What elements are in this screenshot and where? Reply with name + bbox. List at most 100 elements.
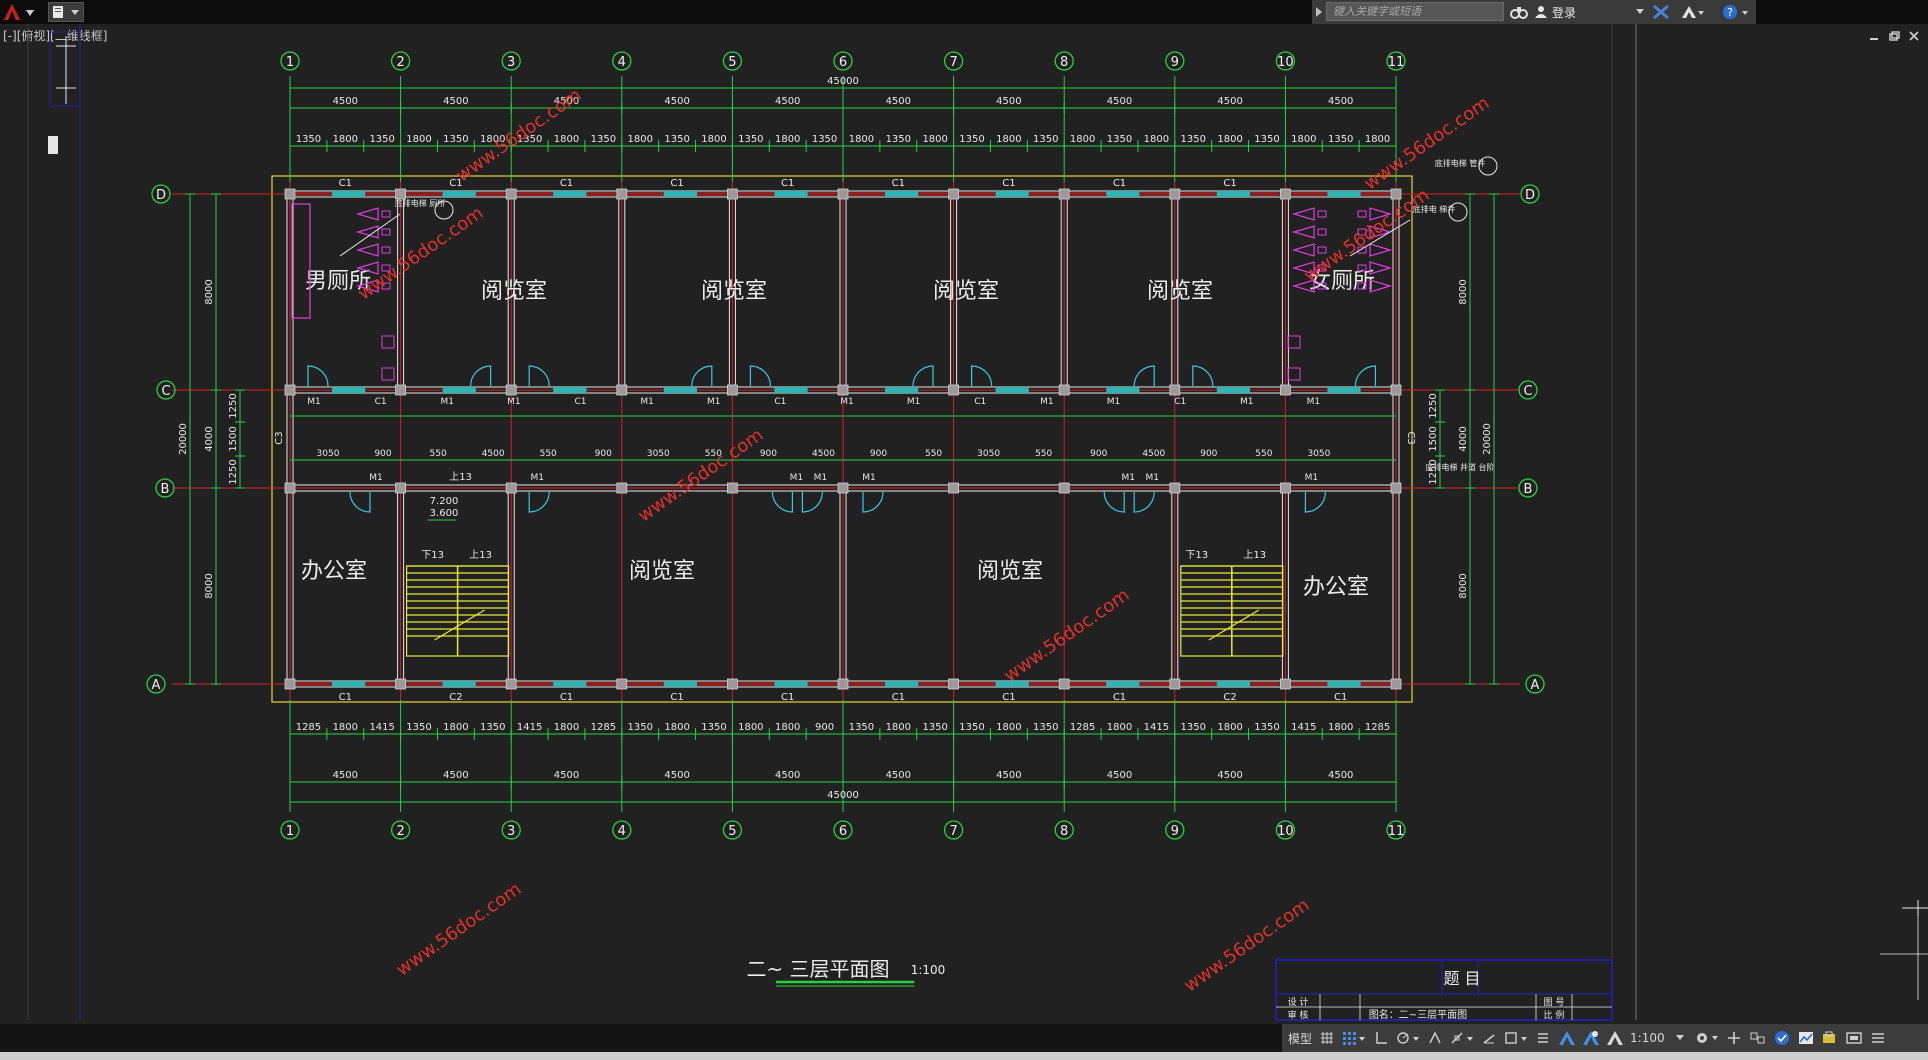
scale-dropdown-icon[interactable] (1671, 1027, 1689, 1049)
corridor-dim-right-label: 1500 (1428, 426, 1439, 451)
toilet-fixture (1291, 207, 1315, 221)
axis-bubble-label: 8 (1060, 824, 1068, 839)
lineweight-icon[interactable] (1504, 1027, 1528, 1049)
column (1058, 188, 1070, 200)
column (837, 482, 849, 494)
detail-dim-top-label: 1350 (1181, 134, 1206, 145)
snap-icon[interactable] (1342, 1027, 1366, 1049)
title-block-label: 比 例 (1544, 1009, 1565, 1021)
axis-bubble-label: 3 (507, 824, 515, 839)
window (663, 387, 698, 393)
toilet-fixture (381, 228, 391, 236)
bay-dim-top-label: 4500 (1107, 96, 1132, 107)
graphics-performance-icon[interactable] (1797, 1027, 1815, 1049)
detail-dim-bottom-label: 1800 (664, 722, 689, 733)
door-label: M1 (790, 473, 804, 483)
bay-dim-bottom-label: 4500 (554, 770, 579, 781)
login-button[interactable]: 登录 (1534, 3, 1576, 21)
detail-dim-top-label: 1350 (886, 134, 911, 145)
axis-bubble-label: D (156, 188, 166, 203)
window (774, 191, 808, 197)
ortho-icon[interactable] (1372, 1027, 1390, 1049)
polar-icon[interactable] (1396, 1027, 1420, 1049)
level-label: 3.600 (430, 508, 459, 519)
door-label: M1 (1305, 473, 1319, 483)
column (395, 482, 407, 494)
door-swing (307, 365, 329, 387)
grid-icon[interactable] (1318, 1027, 1336, 1049)
detail-dim-top-label: 1350 (1254, 134, 1279, 145)
bay-dim-top-label: 4500 (333, 96, 358, 107)
exchange-icon[interactable] (1652, 3, 1670, 21)
binoculars-icon[interactable] (1510, 3, 1528, 21)
plus-icon[interactable] (1725, 1027, 1743, 1049)
detail-dim-top-label: 1350 (1107, 134, 1132, 145)
corridor-label-upper: M1 (907, 397, 921, 407)
search-input[interactable] (1326, 2, 1504, 21)
app-logo-icon[interactable] (2, 2, 38, 22)
isodraft-icon[interactable] (1426, 1027, 1444, 1049)
door-swing (912, 365, 934, 387)
corridor-label-upper: C1 (574, 397, 586, 407)
left-dim-outer-label: 20000 (178, 423, 189, 455)
bay-dim-top-label: 4500 (996, 96, 1021, 107)
door-label: M1 (814, 473, 828, 483)
sink-fixture (381, 335, 395, 349)
column (1390, 384, 1402, 396)
help-icon[interactable]: ? (1722, 3, 1750, 21)
corridor-label-upper: C1 (974, 397, 986, 407)
lock-ui-icon[interactable] (1821, 1027, 1839, 1049)
quick-access-button[interactable] (48, 2, 84, 22)
column (1058, 678, 1070, 690)
door-swing (1133, 491, 1155, 513)
properties-icon[interactable] (1534, 1027, 1552, 1049)
axis-bubble-label: 1 (286, 824, 294, 839)
drawing-canvas[interactable]: 11223344556677889910101111D DC CB BA A450004… (0, 24, 1928, 1024)
annotation-visibility-icon[interactable] (1558, 1027, 1576, 1049)
svg-text:?: ? (1727, 6, 1733, 19)
window-label-bottom: C1 (781, 692, 794, 703)
column (1280, 678, 1291, 690)
axis-bubble-label: 11 (1388, 824, 1405, 839)
window (663, 681, 698, 687)
osnap-icon[interactable] (1450, 1027, 1474, 1049)
login-dropdown-icon[interactable] (1636, 3, 1644, 21)
annotation-scale-value[interactable]: 1:100 (1630, 1027, 1665, 1049)
door-swing (1133, 365, 1155, 387)
detail-dim-top-label: 1800 (554, 134, 579, 145)
annotation-scale-icon[interactable] (1606, 1027, 1624, 1049)
column (284, 384, 296, 396)
model-tab[interactable]: 模型 (1288, 1027, 1312, 1049)
window-label-bottom: C1 (1334, 692, 1347, 703)
detail-dim-top-label: 1800 (333, 134, 358, 145)
toilet-fixture (355, 243, 379, 257)
left-dim-inner-label: 4000 (204, 426, 215, 451)
clean-screen-icon[interactable] (1845, 1027, 1863, 1049)
autodesk-a360-icon[interactable] (1680, 3, 1706, 21)
corridor-label-lower: 550 (540, 449, 557, 459)
detail-dim-bottom-label: 1800 (333, 722, 358, 733)
corridor-label-lower: 550 (925, 449, 942, 459)
expand-arrow-icon[interactable] (1314, 6, 1324, 18)
left-tag-mark (48, 136, 58, 154)
hardware-acceleration-icon[interactable] (1773, 1027, 1791, 1049)
title-block-heading: 题 目 (1443, 969, 1480, 988)
column (727, 384, 738, 396)
detail-dim-top-label: 1800 (922, 134, 947, 145)
door-swing (691, 365, 713, 387)
door-swing (801, 491, 823, 513)
detail-dim-bottom-label: 1415 (1144, 722, 1169, 733)
axis-bubble-label: C (161, 384, 170, 399)
window (1106, 681, 1140, 687)
column (1390, 482, 1402, 494)
corridor-dim-right-label: 1250 (1428, 393, 1439, 418)
isolate-objects-icon[interactable] (1749, 1027, 1767, 1049)
workspace-gear-icon[interactable] (1695, 1027, 1719, 1049)
column (727, 188, 738, 200)
command-line-strip[interactable] (0, 1052, 1928, 1060)
customization-menu-icon[interactable] (1869, 1027, 1887, 1049)
detail-dim-bottom-label: 1415 (369, 722, 394, 733)
object-snap-tracking-icon[interactable] (1480, 1027, 1498, 1049)
annotation-autoscale-icon[interactable] (1582, 1027, 1600, 1049)
column (727, 678, 738, 690)
